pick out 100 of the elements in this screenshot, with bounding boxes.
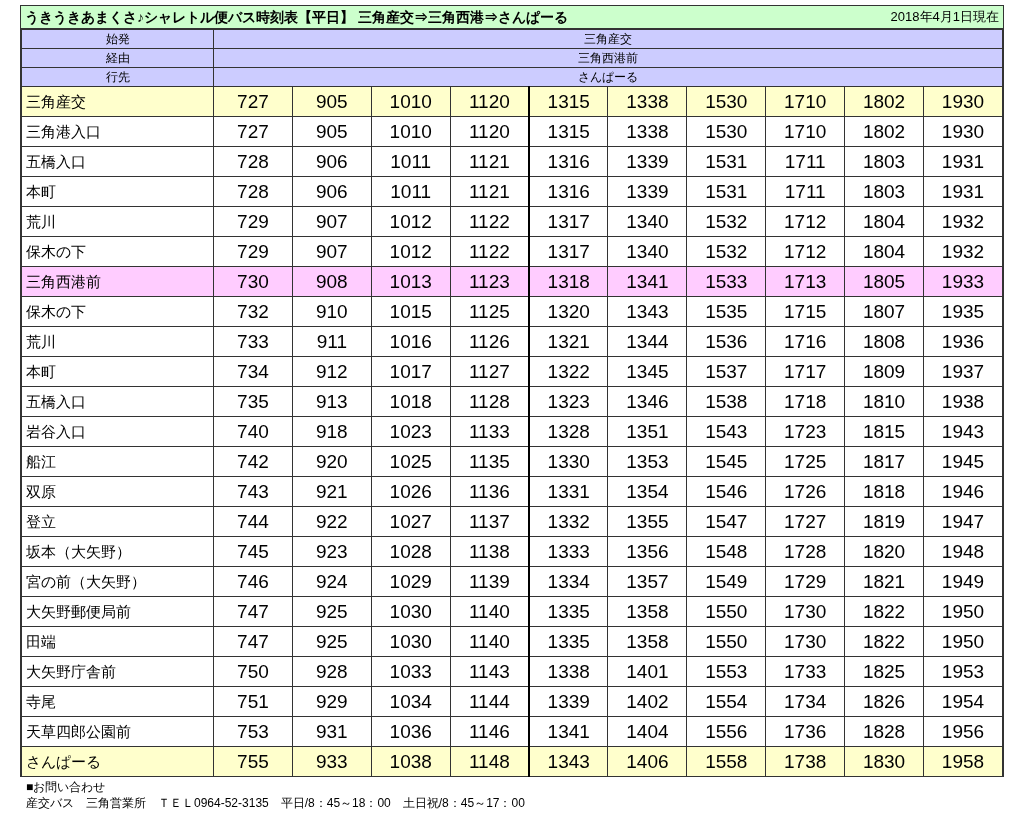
departure-time: 1558: [686, 746, 766, 777]
departure-time: 920: [292, 446, 372, 477]
departure-time: 1726: [765, 476, 845, 507]
departure-time: 735: [213, 386, 293, 417]
departure-time: 1343: [529, 746, 608, 777]
departure-time: 1317: [529, 236, 608, 267]
departure-time: 1335: [529, 596, 608, 627]
stop-name: 船江: [21, 446, 214, 477]
stop-name: 宮の前（大矢野）: [21, 566, 214, 597]
departure-time: 1011: [371, 176, 451, 207]
departure-time: 1012: [371, 206, 451, 237]
departure-time: 1826: [844, 686, 924, 717]
departure-time: 1817: [844, 446, 924, 477]
departure-time: 1354: [607, 476, 687, 507]
header-label: 始発: [21, 29, 214, 49]
departure-time: 1730: [765, 626, 845, 657]
departure-time: 1038: [371, 746, 451, 777]
departure-time: 1711: [765, 146, 845, 177]
stop-name: 三角西港前: [21, 266, 214, 297]
departure-time: 1717: [765, 356, 845, 387]
departure-time: 1343: [607, 296, 687, 327]
departure-time: 1028: [371, 536, 451, 567]
departure-time: 1932: [923, 236, 1003, 267]
departure-time: 1353: [607, 446, 687, 477]
header-value: 三角西港前: [213, 48, 1003, 68]
departure-time: 1315: [529, 86, 608, 117]
departure-time: 1332: [529, 506, 608, 537]
departure-time: 1945: [923, 446, 1003, 477]
departure-time: 1715: [765, 296, 845, 327]
departure-time: 1033: [371, 656, 451, 687]
stop-name: 五橋入口: [21, 386, 214, 417]
header-label: 経由: [21, 48, 214, 68]
departure-time: 1532: [686, 236, 766, 267]
departure-time: 733: [213, 326, 293, 357]
stop-name: さんぱーる: [21, 746, 214, 777]
departure-time: 1334: [529, 566, 608, 597]
departure-time: 1947: [923, 506, 1003, 537]
departure-time: 1023: [371, 416, 451, 447]
departure-time: 1553: [686, 656, 766, 687]
departure-time: 1958: [923, 746, 1003, 777]
departure-time: 1956: [923, 716, 1003, 747]
departure-time: 1358: [607, 596, 687, 627]
departure-time: 1953: [923, 656, 1003, 687]
departure-time: 922: [292, 506, 372, 537]
departure-time: 1725: [765, 446, 845, 477]
departure-time: 1531: [686, 176, 766, 207]
departure-time: 1815: [844, 416, 924, 447]
departure-time: 1351: [607, 416, 687, 447]
departure-time: 1346: [607, 386, 687, 417]
departure-time: 906: [292, 146, 372, 177]
departure-time: 1733: [765, 656, 845, 687]
departure-time: 923: [292, 536, 372, 567]
departure-time: 1315: [529, 116, 608, 147]
departure-time: 1738: [765, 746, 845, 777]
departure-time: 1341: [607, 266, 687, 297]
stop-name: 岩谷入口: [21, 416, 214, 447]
departure-time: 747: [213, 596, 293, 627]
departure-time: 1713: [765, 266, 845, 297]
departure-time: 1328: [529, 416, 608, 447]
departure-time: 1949: [923, 566, 1003, 597]
departure-time: 1728: [765, 536, 845, 567]
departure-time: 1401: [607, 656, 687, 687]
stop-name: 荒川: [21, 326, 214, 357]
departure-time: 1710: [765, 116, 845, 147]
departure-time: 745: [213, 536, 293, 567]
departure-time: 1935: [923, 296, 1003, 327]
departure-time: 925: [292, 596, 372, 627]
contact-info: ■お問い合わせ: [26, 779, 107, 795]
stop-name: 五橋入口: [21, 146, 214, 177]
departure-time: 1538: [686, 386, 766, 417]
departure-time: 1402: [607, 686, 687, 717]
departure-time: 906: [292, 176, 372, 207]
departure-time: 1946: [923, 476, 1003, 507]
stop-name: 大矢野庁舎前: [21, 656, 214, 687]
departure-time: 928: [292, 656, 372, 687]
departure-time: 1026: [371, 476, 451, 507]
departure-time: 1821: [844, 566, 924, 597]
departure-time: 912: [292, 356, 372, 387]
departure-time: 905: [292, 116, 372, 147]
as-of-date: 2018年4月1日現在: [890, 8, 999, 27]
departure-time: 742: [213, 446, 293, 477]
departure-time: 1339: [529, 686, 608, 717]
departure-time: 1338: [607, 116, 687, 147]
departure-time: 1317: [529, 206, 608, 237]
departure-time: 1339: [607, 146, 687, 177]
departure-time: 1010: [371, 86, 451, 117]
departure-time: 1012: [371, 236, 451, 267]
departure-time: 1545: [686, 446, 766, 477]
departure-time: 1029: [371, 566, 451, 597]
departure-time: 740: [213, 416, 293, 447]
departure-time: 1736: [765, 716, 845, 747]
departure-time: 921: [292, 476, 372, 507]
departure-time: 1404: [607, 716, 687, 747]
departure-time: 1316: [529, 146, 608, 177]
departure-time: 1532: [686, 206, 766, 237]
departure-time: 1320: [529, 296, 608, 327]
departure-time: 1356: [607, 536, 687, 567]
departure-time: 925: [292, 626, 372, 657]
departure-time: 1550: [686, 626, 766, 657]
departure-time: 1331: [529, 476, 608, 507]
